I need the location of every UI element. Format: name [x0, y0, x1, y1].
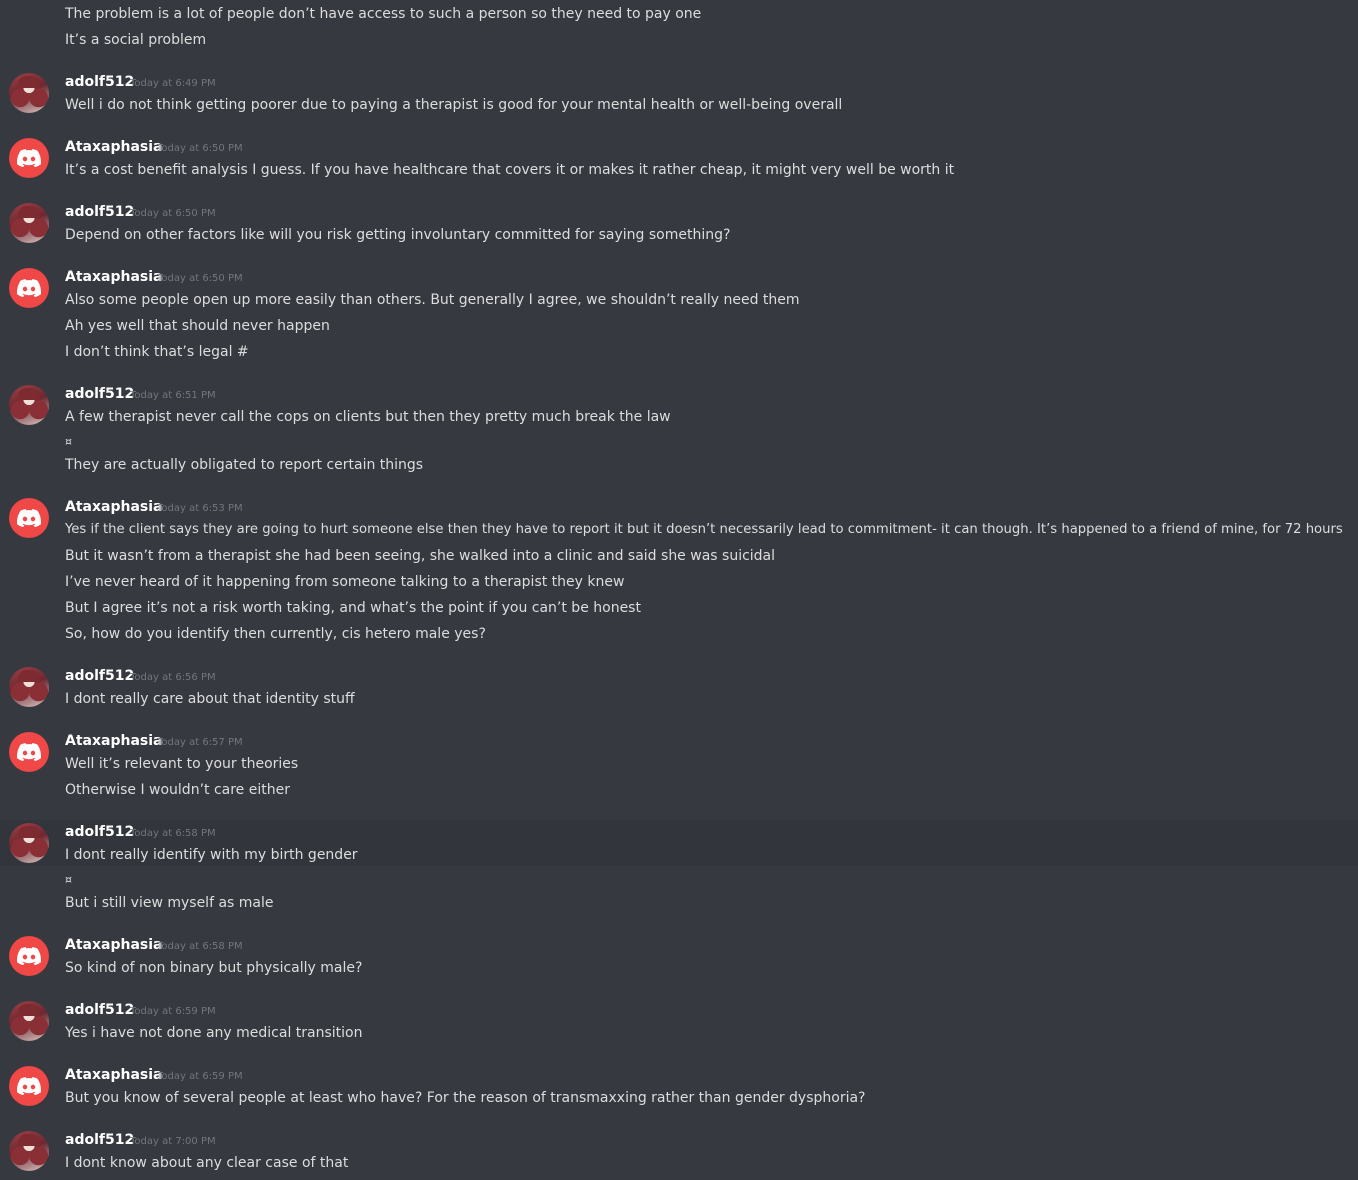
message-timestamp: Today at 6:59 PM — [130, 1006, 216, 1017]
message-text: It’s a social problem — [65, 32, 207, 48]
message-text: I dont really identify with my birth gen… — [65, 847, 358, 863]
user-avatar[interactable] — [9, 936, 49, 976]
message-text: But you know of several people at least … — [65, 1090, 866, 1106]
username[interactable]: adolf512 — [65, 1002, 134, 1018]
message-text: Well it’s relevant to your theories — [65, 756, 299, 772]
message-group: The problem is a lot of people don’t hav… — [0, 0, 1358, 62]
message-timestamp: Today at 6:50 PM — [157, 273, 243, 284]
message-timestamp: Today at 6:58 PM — [130, 828, 216, 839]
username[interactable]: adolf512 — [65, 824, 134, 840]
username[interactable]: Ataxaphasia — [65, 733, 162, 749]
user-avatar[interactable] — [9, 73, 49, 113]
message-text: The problem is a lot of people don’t hav… — [65, 6, 702, 22]
message-group: adolf512 Today at 6:50 PM Depend on othe… — [0, 192, 1358, 257]
message-text: ¤ — [65, 435, 72, 448]
message-text: I’ve never heard of it happening from so… — [65, 574, 625, 590]
user-avatar[interactable] — [9, 498, 49, 538]
message-timestamp: Today at 6:58 PM — [157, 941, 243, 952]
message-group: Ataxaphasia Today at 6:53 PM Yes if the … — [0, 487, 1358, 656]
message-group: adolf512 Today at 6:59 PM Yes i have not… — [0, 990, 1358, 1055]
username[interactable]: adolf512 — [65, 1132, 134, 1148]
message-group: adolf512 Today at 6:56 PM I dont really … — [0, 656, 1358, 721]
user-avatar[interactable] — [9, 203, 49, 243]
username[interactable]: adolf512 — [65, 74, 134, 90]
user-avatar[interactable] — [9, 1131, 49, 1171]
username[interactable]: Ataxaphasia — [65, 499, 162, 515]
user-avatar[interactable] — [9, 1001, 49, 1041]
message-timestamp: Today at 6:59 PM — [157, 1071, 243, 1082]
message-group: Ataxaphasia Today at 6:50 PM It’s a cost… — [0, 127, 1358, 192]
message-group: adolf512 Today at 6:58 PM I dont really … — [0, 820, 1358, 925]
message-list[interactable]: The problem is a lot of people don’t hav… — [0, 0, 1358, 1180]
message-timestamp: Today at 6:56 PM — [130, 672, 216, 683]
discord-logo-icon — [17, 743, 41, 761]
message-timestamp: Today at 6:57 PM — [157, 737, 243, 748]
message-text: They are actually obligated to report ce… — [65, 457, 424, 473]
username[interactable]: adolf512 — [65, 668, 134, 684]
message-group: adolf512 Today at 6:51 PM A few therapis… — [0, 374, 1358, 487]
user-avatar[interactable] — [9, 138, 49, 178]
message-text: But i still view myself as male — [65, 895, 274, 911]
username[interactable]: Ataxaphasia — [65, 269, 162, 285]
message-group: Ataxaphasia Today at 6:59 PM But you kno… — [0, 1055, 1358, 1120]
message-group: adolf512 Today at 6:49 PM Well i do not … — [0, 62, 1358, 127]
message-timestamp: Today at 6:50 PM — [130, 208, 216, 219]
message-text: But I agree it’s not a risk worth taking… — [65, 600, 641, 616]
message-text: So, how do you identify then currently, … — [65, 626, 486, 642]
discord-logo-icon — [17, 1077, 41, 1095]
user-avatar[interactable] — [9, 732, 49, 772]
username[interactable]: adolf512 — [65, 204, 134, 220]
discord-logo-icon — [17, 279, 41, 297]
message-timestamp: Today at 7:00 PM — [130, 1136, 216, 1147]
user-avatar[interactable] — [9, 823, 49, 863]
user-avatar[interactable] — [9, 667, 49, 707]
message-text: Otherwise I wouldn’t care either — [65, 782, 290, 798]
user-avatar[interactable] — [9, 268, 49, 308]
message-timestamp: Today at 6:49 PM — [130, 78, 216, 89]
discord-logo-icon — [17, 947, 41, 965]
message-group: Ataxaphasia Today at 6:57 PM Well it’s r… — [0, 721, 1358, 820]
message-text: So kind of non binary but physically mal… — [65, 960, 363, 976]
message-text: ¤ — [65, 873, 72, 886]
username[interactable]: adolf512 — [65, 386, 134, 402]
username[interactable]: Ataxaphasia — [65, 1067, 162, 1083]
message-group: adolf512 Today at 7:00 PM I dont know ab… — [0, 1120, 1358, 1180]
message-text: Depend on other factors like will you ri… — [65, 227, 731, 243]
message-text: But it wasn’t from a therapist she had b… — [65, 548, 776, 564]
message-timestamp: Today at 6:53 PM — [157, 503, 243, 514]
message-text: I don’t think that’s legal # — [65, 344, 249, 360]
message-text: Ah yes well that should never happen — [65, 318, 330, 334]
message-group: Ataxaphasia Today at 6:50 PM Also some p… — [0, 257, 1358, 374]
username[interactable]: Ataxaphasia — [65, 139, 162, 155]
message-text: Also some people open up more easily tha… — [65, 292, 800, 308]
user-avatar[interactable] — [9, 385, 49, 425]
message-text: It’s a cost benefit analysis I guess. If… — [65, 162, 955, 178]
discord-logo-icon — [17, 509, 41, 527]
message-text: Yes i have not done any medical transiti… — [65, 1025, 363, 1041]
discord-logo-icon — [17, 149, 41, 167]
message-text: A few therapist never call the cops on c… — [65, 409, 671, 425]
username[interactable]: Ataxaphasia — [65, 937, 162, 953]
message-text: Well i do not think getting poorer due t… — [65, 97, 843, 113]
message-text: Yes if the client says they are going to… — [65, 522, 1343, 537]
message-group: Ataxaphasia Today at 6:58 PM So kind of … — [0, 925, 1358, 990]
message-text: I dont really care about that identity s… — [65, 691, 355, 707]
message-timestamp: Today at 6:51 PM — [130, 390, 216, 401]
message-text: I dont know about any clear case of that — [65, 1155, 349, 1171]
user-avatar[interactable] — [9, 1066, 49, 1106]
message-timestamp: Today at 6:50 PM — [157, 143, 243, 154]
